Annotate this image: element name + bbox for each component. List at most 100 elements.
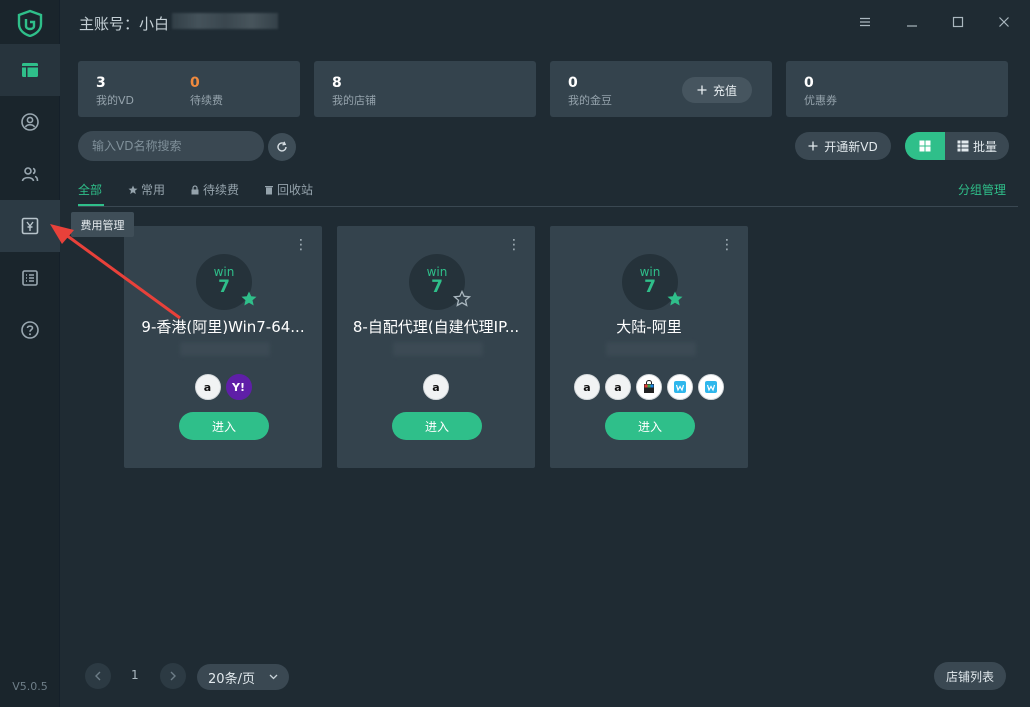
stat-coupons-label: 优惠券 xyxy=(804,94,837,107)
search-input[interactable] xyxy=(78,131,264,161)
page-size-value: 20条/页 xyxy=(208,671,255,687)
star-outline-icon[interactable] xyxy=(453,290,471,308)
platform-list: a Y! xyxy=(124,374,322,400)
new-vd-label: 开通新VD xyxy=(824,139,878,154)
trash-icon xyxy=(265,185,273,194)
platform-list: a xyxy=(337,374,535,400)
maximize-icon[interactable] xyxy=(948,12,968,32)
yen-icon xyxy=(21,217,39,235)
app-logo-icon xyxy=(16,9,44,38)
chevron-left-icon xyxy=(95,671,101,681)
amazon-icon: a xyxy=(574,374,600,400)
stat-vd-count: 3 xyxy=(96,75,106,91)
store-list-button[interactable]: 店铺列表 xyxy=(934,662,1006,690)
sidebar-item-vd-list[interactable] xyxy=(0,44,60,96)
chevron-down-icon xyxy=(269,674,278,680)
vd-card[interactable]: ⋮ win 7 8-自配代理(自建代理IP... a 进入 xyxy=(337,226,535,468)
tab-recycle-bin[interactable]: 回收站 xyxy=(264,181,313,198)
batch-view-button[interactable]: 批量 xyxy=(945,132,1009,160)
annotation-arrow-icon xyxy=(50,224,181,320)
vd-title: 大陆-阿里 xyxy=(616,318,682,336)
enter-button[interactable]: 进入 xyxy=(392,412,482,440)
enter-button[interactable]: 进入 xyxy=(605,412,695,440)
filter-tabs: 全部 常用 待续费 回收站 分组管理 xyxy=(78,175,1018,207)
wish-icon xyxy=(698,374,724,400)
plus-icon xyxy=(697,85,707,95)
amazon-icon: a xyxy=(194,374,221,400)
sidebar-item-account[interactable] xyxy=(0,96,60,148)
sidebar: V5.0.5 xyxy=(0,0,60,707)
refresh-icon xyxy=(277,141,287,152)
main-content: 3 我的VD 0 待续费 8 我的店铺 0 我的金豆 充值 0 优惠券 开通新V… xyxy=(60,44,1030,707)
vd-subtitle-redacted xyxy=(606,342,696,356)
table-icon xyxy=(957,140,969,152)
stat-beans-label: 我的金豆 xyxy=(568,94,612,107)
more-vertical-icon[interactable]: ⋮ xyxy=(507,238,521,252)
user-circle-icon xyxy=(21,113,39,131)
help-icon xyxy=(21,321,39,339)
tab-pending-renewal[interactable]: 待续费 xyxy=(190,181,239,198)
chevron-right-icon xyxy=(170,671,176,681)
next-page-button[interactable] xyxy=(160,663,186,689)
shopping-bag-icon xyxy=(636,374,662,400)
stat-vd-label: 我的VD xyxy=(96,94,134,107)
menu-icon[interactable] xyxy=(855,12,875,32)
vd-subtitle-redacted xyxy=(180,342,270,356)
view-toggle: 批量 xyxy=(905,132,1009,160)
minimize-icon[interactable] xyxy=(902,12,922,32)
sidebar-item-users[interactable] xyxy=(0,148,60,200)
stat-card-coupons[interactable]: 0 优惠券 xyxy=(786,61,1008,117)
wish-icon xyxy=(667,374,693,400)
list-icon xyxy=(22,270,38,286)
stat-card-vd[interactable]: 3 我的VD 0 待续费 xyxy=(78,61,300,117)
recharge-button[interactable]: 充值 xyxy=(682,77,752,103)
stat-renewal-label: 待续费 xyxy=(190,94,223,107)
tab-favorites[interactable]: 常用 xyxy=(128,181,165,198)
enter-button[interactable]: 进入 xyxy=(179,412,269,440)
star-icon xyxy=(128,185,138,194)
amazon-icon: a xyxy=(423,374,449,400)
stat-card-stores[interactable]: 8 我的店铺 xyxy=(314,61,536,117)
refresh-button[interactable] xyxy=(268,133,296,161)
tab-all-label: 全部 xyxy=(78,183,103,197)
vd-title: 8-自配代理(自建代理IP... xyxy=(352,318,520,336)
account-label: 主账号：小白 xyxy=(79,15,170,33)
tab-favorites-label: 常用 xyxy=(141,183,166,197)
page-size-select[interactable]: 20条/页 xyxy=(197,664,289,690)
app-version: V5.0.5 xyxy=(12,680,48,693)
recharge-label: 充值 xyxy=(712,83,737,98)
stat-coupons-count: 0 xyxy=(804,75,814,91)
group-manage-link[interactable]: 分组管理 xyxy=(958,181,1006,198)
yahoo-icon: Y! xyxy=(225,374,252,400)
tab-pending-renewal-label: 待续费 xyxy=(203,183,240,197)
vd-subtitle-redacted xyxy=(393,342,483,356)
stat-stores-count: 8 xyxy=(332,75,342,91)
lock-icon xyxy=(191,184,199,194)
plus-icon xyxy=(808,141,818,151)
amazon-icon: a xyxy=(605,374,631,400)
more-vertical-icon[interactable]: ⋮ xyxy=(294,238,308,252)
grid-icon xyxy=(919,140,931,152)
active-tab-indicator xyxy=(78,204,104,206)
close-icon[interactable] xyxy=(994,12,1014,32)
platform-list: a a xyxy=(550,374,748,400)
users-icon xyxy=(21,167,39,182)
account-name-redacted xyxy=(172,13,278,29)
prev-page-button[interactable] xyxy=(85,663,111,689)
window-icon xyxy=(22,63,38,77)
title-bar: 主账号：小白 xyxy=(60,0,1030,44)
grid-view-button[interactable] xyxy=(905,132,945,160)
current-page[interactable]: 1 xyxy=(131,668,139,682)
star-filled-icon[interactable] xyxy=(666,290,684,308)
star-filled-icon[interactable] xyxy=(240,290,258,308)
stat-beans-count: 0 xyxy=(568,75,578,91)
new-vd-button[interactable]: 开通新VD xyxy=(795,132,891,160)
tab-recycle-bin-label: 回收站 xyxy=(277,183,314,197)
more-vertical-icon[interactable]: ⋮ xyxy=(720,238,734,252)
vd-card[interactable]: ⋮ win 7 大陆-阿里 a a 进入 xyxy=(550,226,748,468)
stat-card-beans: 0 我的金豆 充值 xyxy=(550,61,772,117)
stat-stores-label: 我的店铺 xyxy=(332,94,376,107)
stat-renewal-count: 0 xyxy=(190,75,200,91)
tab-all[interactable]: 全部 xyxy=(78,181,102,198)
batch-label: 批量 xyxy=(972,139,997,154)
